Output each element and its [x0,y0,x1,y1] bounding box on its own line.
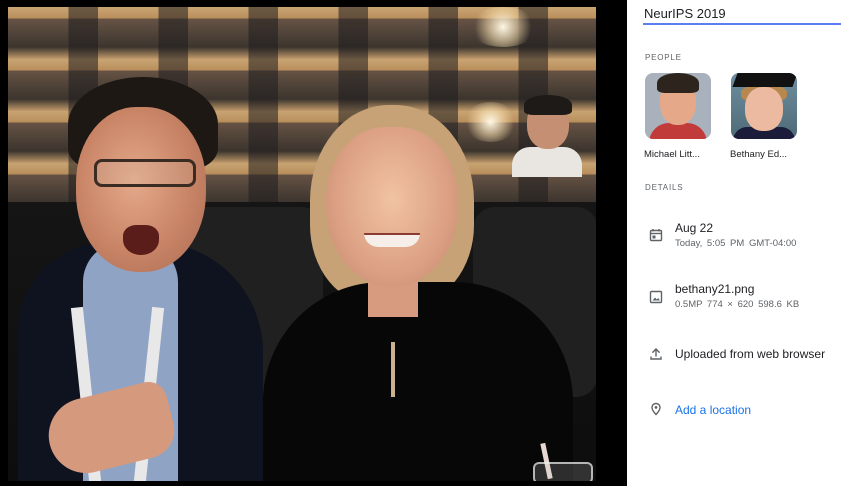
person-name[interactable]: Bethany Ed... [730,149,787,160]
image-icon [649,290,663,304]
title-input[interactable] [643,5,841,25]
upload-icon [650,348,662,360]
background-person-body [512,147,582,177]
background-light [468,7,538,47]
man-mouth [123,225,159,255]
person-thumbnail-bethany[interactable] [731,73,797,139]
location-pin-icon [651,402,661,416]
people-section-label: PEOPLE [645,53,682,62]
add-location-link[interactable]: Add a location [675,403,751,417]
date-text[interactable]: Aug 22 [675,221,713,235]
time-text: Today, 5:05 PM GMT-04:00 [675,238,797,249]
drinking-glass [533,462,593,481]
person-name[interactable]: Michael Litt... [644,149,700,160]
woman-smile [364,233,420,247]
info-panel: PEOPLE Michael Litt... Bethany Ed... DET… [627,0,845,486]
background-light [463,102,518,142]
details-section-label: DETAILS [645,183,684,192]
calendar-icon [649,229,663,242]
photo-viewer [0,0,627,486]
person-thumbnail-michael[interactable] [645,73,711,139]
woman-face [326,127,458,287]
glasses [94,159,196,187]
file-details: 0.5MP 774 × 620 598.6 KB [675,299,800,310]
background-person-hair [524,95,572,115]
photo[interactable] [8,7,596,481]
zipper [391,342,395,397]
woman-shirt [263,282,573,481]
file-name: bethany21.png [675,282,755,296]
upload-source: Uploaded from web browser [675,347,826,361]
